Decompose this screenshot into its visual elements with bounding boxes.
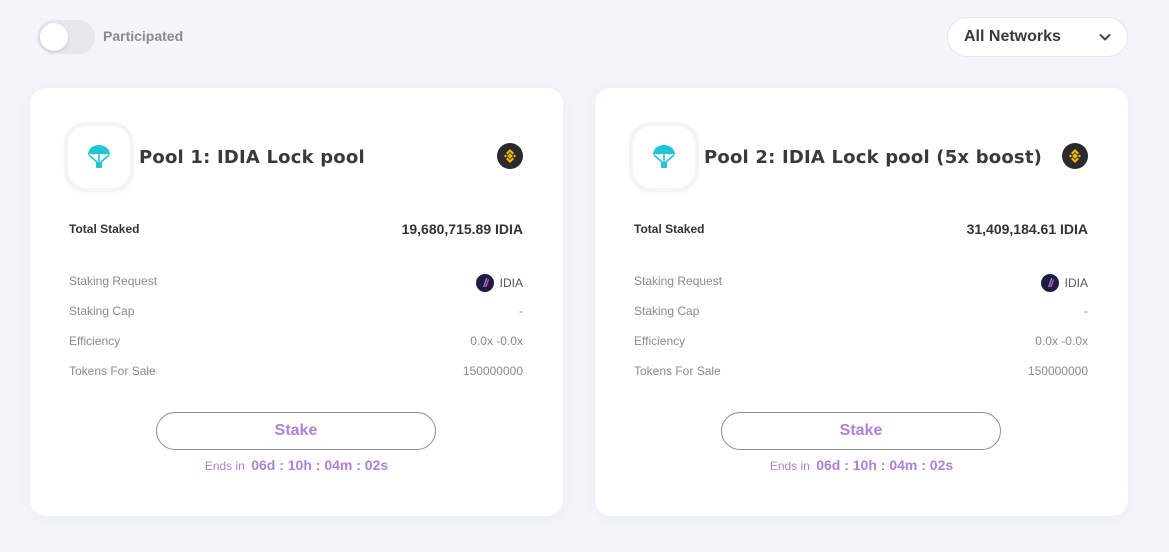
stake-button[interactable]: Stake — [156, 412, 436, 450]
pool-title: Pool 1: IDIA Lock pool — [139, 147, 365, 168]
staking-cap-label: Staking Cap — [69, 304, 135, 318]
countdown: Ends in 06d : 10h : 04m : 02s — [30, 457, 563, 473]
efficiency-label: Efficiency — [69, 334, 121, 348]
pool-card: Pool 2: IDIA Lock pool (5x boost) Total … — [595, 88, 1128, 516]
staking-request-value: IDIA — [1040, 274, 1088, 292]
filter-bar: Participated All Networks — [0, 0, 1169, 72]
total-staked-label: Total Staked — [634, 222, 705, 236]
countdown: Ends in 06d : 10h : 04m : 02s — [595, 457, 1128, 473]
pool-logo — [633, 126, 695, 188]
tokens-for-sale-row: Tokens For Sale 150000000 — [634, 364, 1088, 382]
total-staked-row: Total Staked 19,680,715.89 IDIA — [69, 221, 523, 240]
binance-icon — [497, 143, 523, 169]
efficiency-row: Efficiency 0.0x -0.0x — [634, 334, 1088, 352]
total-staked-value: 19,680,715.89 IDIA — [401, 221, 523, 237]
countdown-time: 06d : 10h : 04m : 02s — [816, 457, 954, 473]
pool-card: Pool 1: IDIA Lock pool Total Staked 19,6… — [30, 88, 563, 516]
staking-request-token: IDIA — [499, 276, 523, 290]
staking-cap-value: - — [519, 304, 523, 318]
idia-token-icon — [475, 274, 494, 292]
efficiency-value: 0.0x -0.0x — [1035, 334, 1088, 348]
participated-toggle[interactable] — [37, 20, 95, 54]
pool-logo — [68, 126, 130, 188]
parachute-icon — [653, 145, 675, 168]
total-staked-label: Total Staked — [69, 222, 140, 236]
network-select[interactable]: All Networks — [947, 17, 1128, 57]
network-select-value: All Networks — [964, 28, 1061, 45]
binance-icon — [1062, 143, 1088, 169]
toggle-knob — [40, 23, 68, 51]
staking-request-row: Staking Request IDIA — [634, 274, 1088, 292]
staking-cap-row: Staking Cap - — [69, 304, 523, 322]
ends-in-label: Ends in — [769, 459, 810, 473]
tokens-for-sale-row: Tokens For Sale 150000000 — [69, 364, 523, 382]
staking-request-row: Staking Request IDIA — [69, 274, 523, 292]
total-staked-value: 31,409,184.61 IDIA — [966, 221, 1088, 237]
staking-cap-row: Staking Cap - — [634, 304, 1088, 322]
efficiency-row: Efficiency 0.0x -0.0x — [69, 334, 523, 352]
tokens-for-sale-value: 150000000 — [462, 364, 523, 378]
idia-token-icon — [1040, 274, 1059, 292]
countdown-time: 06d : 10h : 04m : 02s — [251, 457, 389, 473]
staking-cap-value: - — [1084, 304, 1088, 318]
ends-in-label: Ends in — [204, 459, 245, 473]
total-staked-row: Total Staked 31,409,184.61 IDIA — [634, 221, 1088, 240]
efficiency-label: Efficiency — [634, 334, 686, 348]
chevron-down-icon — [1099, 34, 1111, 41]
staking-request-label: Staking Request — [69, 274, 158, 288]
staking-cap-label: Staking Cap — [634, 304, 700, 318]
stake-button[interactable]: Stake — [721, 412, 1001, 450]
staking-request-value: IDIA — [475, 274, 523, 292]
pool-title: Pool 2: IDIA Lock pool (5x boost) — [704, 147, 1043, 168]
parachute-icon — [88, 145, 110, 168]
tokens-for-sale-label: Tokens For Sale — [634, 364, 721, 378]
staking-request-label: Staking Request — [634, 274, 723, 288]
tokens-for-sale-label: Tokens For Sale — [69, 364, 156, 378]
tokens-for-sale-value: 150000000 — [1027, 364, 1088, 378]
efficiency-value: 0.0x -0.0x — [470, 334, 523, 348]
participated-label: Participated — [103, 28, 184, 44]
staking-request-token: IDIA — [1064, 276, 1088, 290]
